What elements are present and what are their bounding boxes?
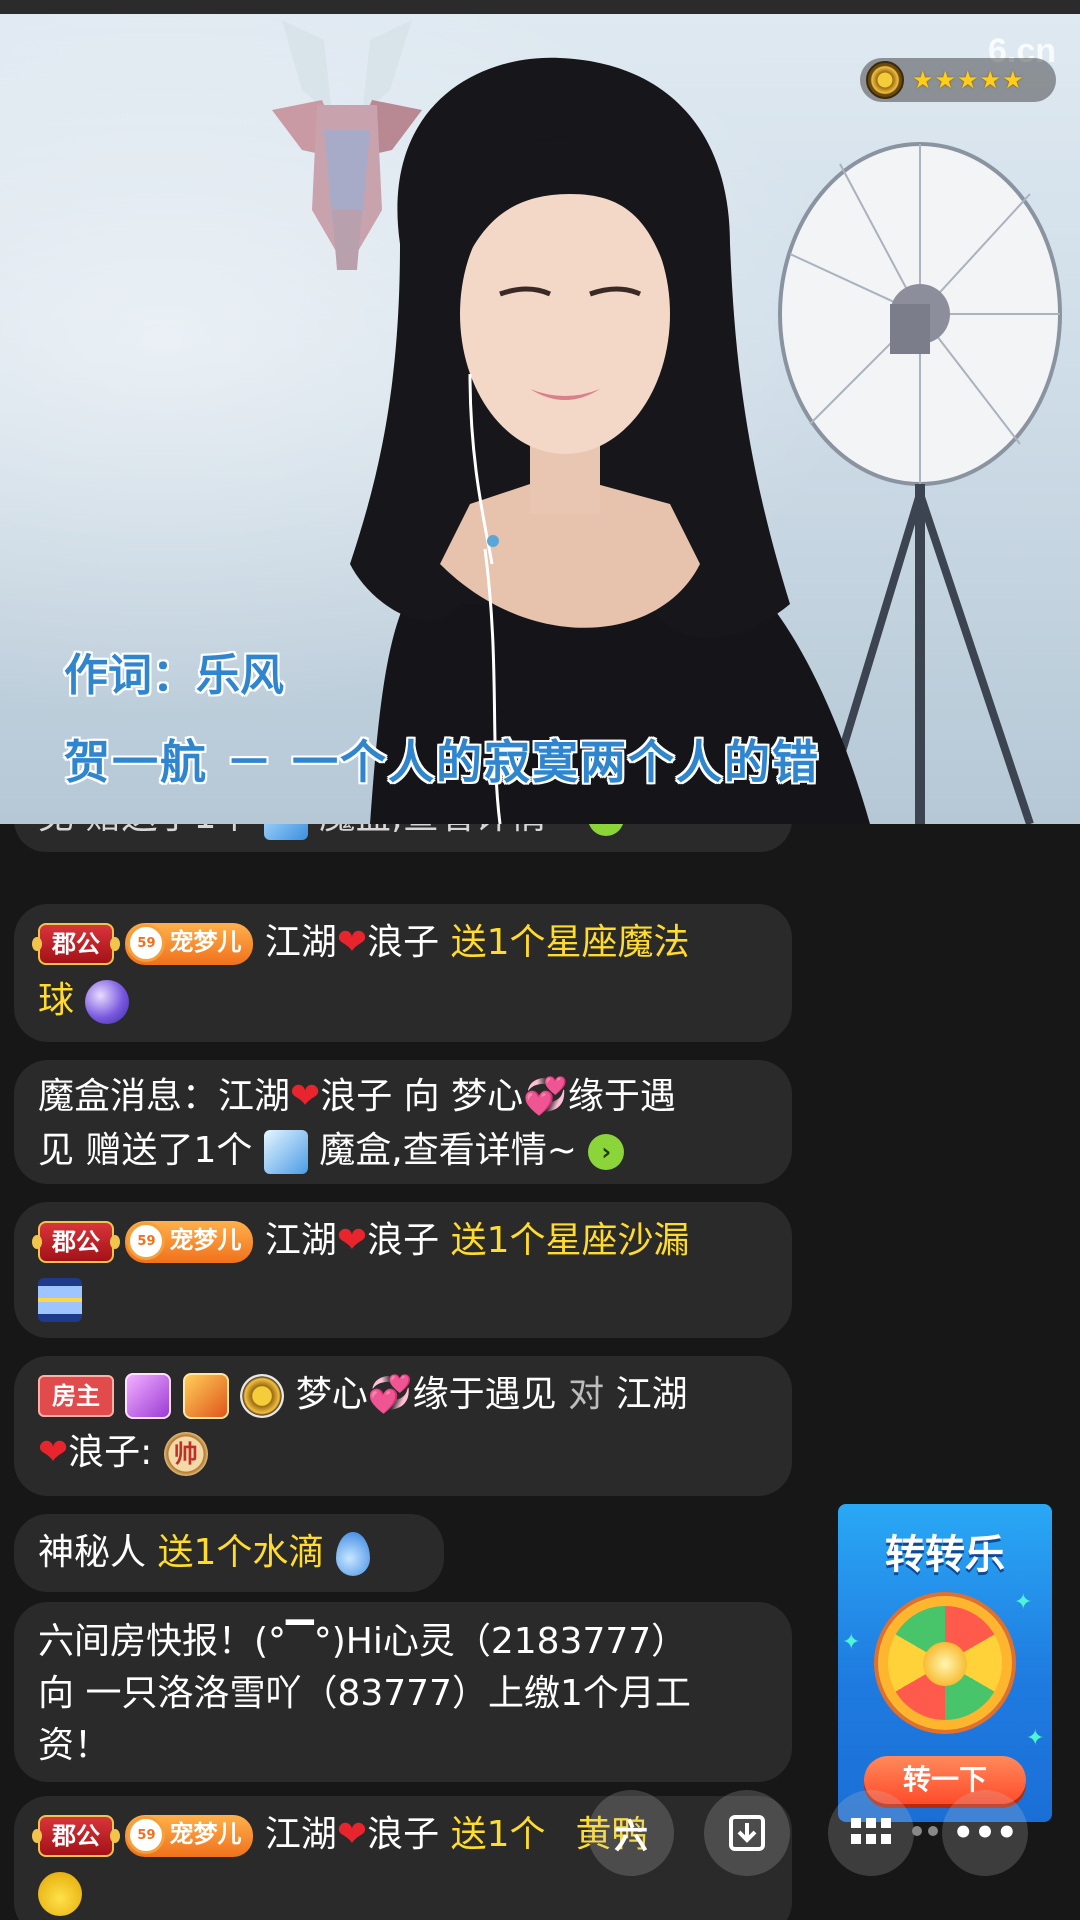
heart-icon: ❤ (290, 1076, 321, 1117)
gift-text: 球 (38, 980, 75, 1021)
system-text: 浪子 向 梦心 (320, 1076, 524, 1117)
hourglass-icon (38, 1278, 82, 1322)
heart-icon: ❤ (336, 1220, 368, 1261)
broadcast-text: 六间房快报！(°▔°)Hi心灵（2183777） (38, 1621, 688, 1662)
dot-icon (912, 1826, 922, 1836)
fan-badge[interactable]: 59 宠梦儿 (125, 1221, 254, 1263)
chat-message-partial: 见 赠送了1个 魔盒,查看详情~ › (14, 824, 792, 852)
heart-icon: ❤ (38, 1432, 69, 1473)
chat-message-system: 魔盒消息：江湖❤浪子 向 梦心💞缘于遇 见 赠送了1个 魔盒,查看详情~ › (14, 1060, 792, 1184)
rank-badge[interactable]: 郡公 (32, 923, 120, 965)
system-text: 见 赠送了1个 (38, 1130, 253, 1171)
chat-message-host: 房主 梦心💞缘于遇见 对 江湖 ❤浪子: 帅 (14, 1356, 792, 1496)
wheel-hub (923, 1642, 967, 1686)
system-text: 魔盒,查看详情~ (319, 1130, 577, 1171)
fan-badge[interactable]: 59 宠梦儿 (125, 1815, 254, 1857)
more-button[interactable]: ••• (942, 1790, 1028, 1876)
username[interactable]: 缘于遇见 (413, 1374, 557, 1415)
promo-title: 转转乐 (885, 1532, 1005, 1578)
chat-message-gift: 郡公 59 宠梦儿 江湖❤浪子 送1个星座魔法 球 (14, 904, 792, 1042)
username[interactable]: 神秘人 (38, 1532, 146, 1573)
fan-badge-label: 宠梦儿 (169, 928, 242, 956)
details-arrow-icon[interactable]: › (588, 1134, 625, 1170)
username[interactable]: 浪子: (68, 1432, 152, 1473)
gift-text: 送1个星座魔法 (450, 922, 690, 963)
hearts-icon: 💞 (523, 1076, 568, 1117)
chat-message-gift: 神秘人 送1个水滴 (14, 1514, 444, 1592)
fan-level: 59 (127, 1222, 166, 1260)
vip-badge-icon (125, 1373, 172, 1419)
heart-icon: ❤ (336, 922, 368, 963)
username[interactable]: 梦心 (296, 1374, 368, 1415)
system-text: 缘于遇 (567, 1076, 676, 1117)
verb-text: 对 (568, 1374, 605, 1415)
chat-text: 见 赠送了1个 (38, 824, 252, 837)
page-dots (912, 1826, 942, 1840)
guard-badge-icon (182, 1373, 229, 1419)
chat-message-gift: 郡公 59 宠梦儿 江湖❤浪子 送1个 黄鸭 (14, 1796, 792, 1920)
live-video[interactable]: 6.cn ★★★★★ 作词：乐风 贺一航 － 一个人的寂寞两个人的错 (0, 14, 1080, 824)
username[interactable]: 浪子 (367, 1814, 439, 1855)
username[interactable]: 浪子 (367, 922, 439, 963)
status-bar (0, 0, 1080, 14)
crystal-ball-icon (85, 980, 130, 1024)
host-badge[interactable]: 房主 (38, 1375, 114, 1417)
fan-badge-label: 宠梦儿 (169, 1226, 242, 1254)
fan-badge-label: 宠梦儿 (169, 1820, 242, 1848)
fan-level: 59 (127, 1816, 166, 1854)
details-arrow-icon[interactable]: › (588, 824, 625, 836)
sparkle-icon: ✦ (1014, 1590, 1033, 1615)
username[interactable]: 江湖 (265, 1220, 337, 1261)
fan-badge[interactable]: 59 宠梦儿 (125, 923, 254, 965)
gift-glyph: 六 (614, 1816, 648, 1857)
chat-message-gift: 郡公 59 宠梦儿 江湖❤浪子 送1个星座沙漏 (14, 1202, 792, 1338)
download-button[interactable] (704, 1790, 790, 1876)
yellow-duck-icon (38, 1872, 82, 1916)
spin-wheel-promo[interactable]: 转转乐 ✦ ✦ ✦ 转一下 (838, 1504, 1052, 1822)
fan-level: 59 (127, 924, 166, 962)
magic-box-icon (263, 1130, 308, 1174)
sparkle-icon: ✦ (842, 1630, 861, 1655)
apps-button[interactable] (828, 1790, 914, 1876)
grid-icon (851, 1818, 891, 1844)
lyric-song: 贺一航 － 一个人的寂寞两个人的错 (64, 735, 821, 789)
level-stars: ★★★★★ (912, 66, 1025, 94)
chess-piece-icon: 帅 (163, 1432, 208, 1476)
sparkle-icon: ✦ (1026, 1726, 1045, 1751)
download-icon (729, 1815, 765, 1851)
medal-icon (240, 1374, 285, 1418)
medal-icon (866, 61, 904, 99)
chat-message-broadcast: 六间房快报！(°▔°)Hi心灵（2183777） 向 一只洛洛雪吖（83777）… (14, 1602, 792, 1782)
anchor-level-badge[interactable]: ★★★★★ (860, 58, 1056, 102)
system-text: 魔盒消息：江湖 (38, 1076, 291, 1117)
dot-icon (928, 1826, 938, 1836)
magic-box-icon (263, 824, 308, 840)
username[interactable]: 江湖 (616, 1374, 688, 1415)
gift-fab[interactable]: 六 (588, 1790, 674, 1876)
gift-text: 送1个 (450, 1814, 546, 1855)
streamer (350, 57, 870, 824)
chat-text: 魔盒,查看详情~ (319, 824, 577, 837)
username[interactable]: 江湖 (265, 922, 337, 963)
water-drop-icon (335, 1532, 370, 1576)
rank-badge[interactable]: 郡公 (32, 1815, 120, 1857)
gift-text: 送1个水滴 (157, 1532, 325, 1573)
username[interactable]: 江湖 (265, 1814, 337, 1855)
lyric-author: 作词：乐风 (64, 650, 284, 701)
broadcast-text: 向 一只洛洛雪吖（83777）上缴1个月工 (38, 1673, 691, 1714)
rank-badge[interactable]: 郡公 (32, 1221, 120, 1263)
more-icon: ••• (952, 1813, 1018, 1853)
gift-text: 送1个星座沙漏 (450, 1220, 690, 1261)
username[interactable]: 浪子 (367, 1220, 439, 1261)
broadcast-text: 资！ (38, 1725, 111, 1766)
hearts-icon: 💞 (367, 1374, 413, 1415)
heart-icon: ❤ (336, 1814, 368, 1855)
